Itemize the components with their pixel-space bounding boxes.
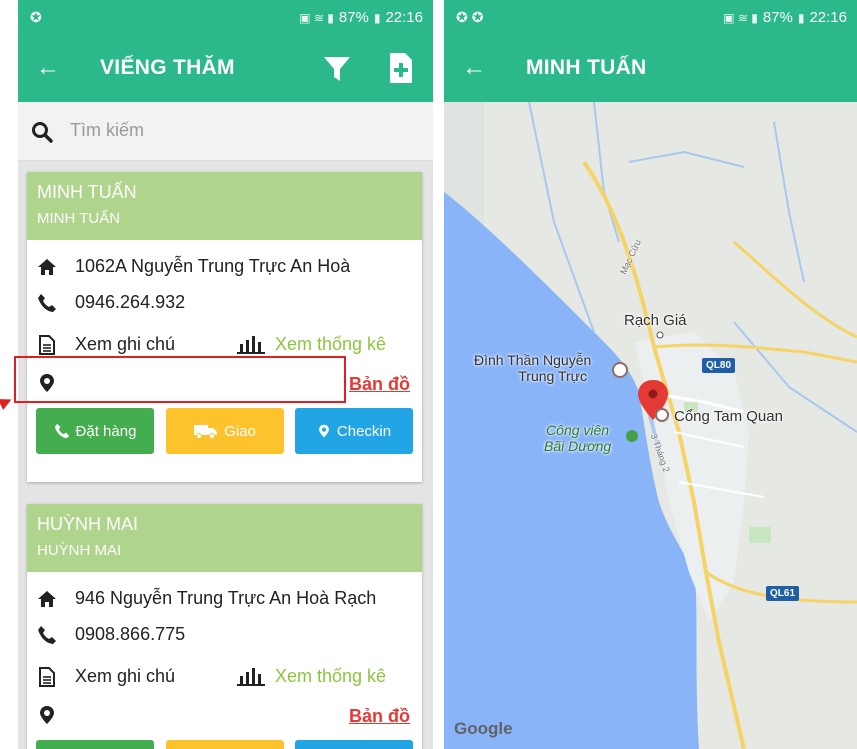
clock: 22:16 — [385, 9, 423, 26]
customer-name: MINH TUẤN — [37, 182, 137, 202]
battery-icon: ▮ — [797, 10, 805, 25]
phone-icon — [54, 423, 69, 439]
status-bar: ✪ ▣ ≋ ▮ 87% ▮ 22:16 — [18, 0, 433, 36]
card-header: HUỲNH MAI HUỲNH MAI — [27, 504, 422, 572]
customer-subname: HUỲNH MAI — [37, 542, 122, 559]
note-icon — [39, 667, 55, 687]
links-row: Xem ghi chú Xem thống kê — [27, 660, 422, 694]
home-icon — [38, 259, 56, 275]
park-label-line2: Bãi Dương — [544, 438, 612, 454]
signal-icon: ▣ ≋ ▮ — [723, 10, 758, 25]
city-label: Rạch Giá — [624, 312, 687, 329]
app-bar: ← VIẾNG THĂM — [18, 36, 433, 102]
deliver-button[interactable] — [166, 740, 284, 749]
card-header: MINH TUẤN MINH TUẤN — [27, 172, 422, 240]
battery-icon: ▮ — [373, 10, 381, 25]
map-screen: ✪✪ ▣ ≋ ▮ 87% ▮ 22:16 ← MINH TUẤN Rạch Gi… — [444, 0, 857, 749]
note-icon — [39, 335, 55, 355]
order-button[interactable]: Đặt hàng — [36, 408, 154, 454]
home-icon — [38, 591, 56, 607]
map-view[interactable]: Rạch Giá Đình Thần Nguyễn Trung Trực Côn… — [444, 102, 857, 749]
phone-icon — [38, 294, 56, 312]
clock: 22:16 — [809, 9, 847, 26]
customer-name: HUỲNH MAI — [37, 514, 139, 534]
map-link[interactable]: Bản đồ — [349, 706, 410, 727]
battery-level: 87% — [338, 9, 369, 26]
truck-icon — [194, 425, 218, 439]
view-notes-link[interactable]: Xem ghi chú — [75, 666, 175, 687]
battery-level: 87% — [762, 9, 793, 26]
view-stats-link[interactable]: Xem thống kê — [275, 334, 386, 355]
add-file-icon[interactable] — [388, 52, 414, 84]
search-input[interactable]: Tìm kiếm — [70, 120, 144, 141]
search-bar[interactable]: Tìm kiếm — [18, 102, 433, 161]
deliver-button[interactable]: Giao — [166, 408, 284, 454]
phone-icon — [38, 626, 56, 644]
customer-address: 1062A Nguyễn Trung Trực An Hoà — [75, 256, 351, 276]
temple-label-line1: Đình Thần Nguyễn — [474, 352, 592, 368]
map-marker-icon — [40, 706, 54, 724]
customer-card[interactable]: HUỲNH MAI HUỲNH MAI 946 Nguyễn Trung Trự… — [27, 504, 422, 749]
view-stats-link[interactable]: Xem thống kê — [275, 666, 386, 687]
temple-label: Đình Thần Nguyễn Trung Trực — [474, 352, 591, 384]
address-row: 1062A Nguyễn Trung Trực An Hoà — [27, 250, 422, 284]
gate-label: Cổng Tam Quan — [674, 408, 783, 425]
page-title: VIẾNG THĂM — [100, 56, 235, 79]
checkin-button-label: Checkin — [336, 422, 392, 440]
annotation-arrow-icon — [0, 394, 14, 410]
google-logo: Google — [454, 719, 513, 738]
map-canvas[interactable] — [444, 102, 857, 749]
park-label-line1: Công viên — [546, 422, 610, 438]
status-indicators: ▣ ≋ ▮ 87% ▮ 22:16 — [723, 9, 847, 26]
notification-icons: ✪ — [30, 9, 46, 25]
phone-row: 0946.264.932 — [27, 286, 422, 320]
order-button-label: Đặt hàng — [75, 422, 137, 440]
customer-address: 946 Nguyễn Trung Trực An Hoà Rạch — [75, 588, 377, 608]
order-button[interactable] — [36, 740, 154, 749]
back-arrow-icon[interactable]: ← — [462, 54, 486, 82]
app-bar: ← MINH TUẤN — [444, 36, 857, 102]
deliver-button-label: Giao — [224, 422, 256, 440]
route-shield: QL61 — [766, 586, 800, 601]
park-label: Công viên Bãi Dương — [544, 422, 611, 454]
bar-chart-icon — [237, 668, 265, 686]
search-icon — [32, 122, 53, 143]
map-row: Bản đồ — [27, 698, 422, 732]
customer-subname: MINH TUẤN — [37, 210, 121, 227]
route-shield: QL80 — [702, 358, 736, 373]
view-notes-link[interactable]: Xem ghi chú — [75, 334, 175, 355]
filter-icon[interactable] — [322, 54, 352, 84]
highlight-box — [14, 356, 346, 403]
temple-label-line2: Trung Trực — [518, 368, 588, 384]
checkin-button[interactable] — [295, 740, 413, 749]
customer-phone[interactable]: 0946.264.932 — [75, 292, 185, 313]
status-bar: ✪✪ ▣ ≋ ▮ 87% ▮ 22:16 — [444, 0, 857, 36]
checkin-button[interactable]: Checkin — [295, 408, 413, 454]
customer-phone[interactable]: 0908.866.775 — [75, 624, 185, 645]
bar-chart-icon — [237, 336, 265, 354]
signal-icon: ▣ ≋ ▮ — [299, 10, 334, 25]
page-title: MINH TUẤN — [526, 56, 647, 79]
map-link[interactable]: Bản đồ — [349, 374, 410, 395]
address-row: 946 Nguyễn Trung Trực An Hoà Rạch — [27, 582, 422, 616]
phone-row: 0908.866.775 — [27, 618, 422, 652]
customer-card[interactable]: MINH TUẤN MINH TUẤN 1062A Nguyễn Trung T… — [27, 172, 422, 482]
back-arrow-icon[interactable]: ← — [36, 54, 60, 82]
map-marker-icon — [318, 424, 329, 438]
status-indicators: ▣ ≋ ▮ 87% ▮ 22:16 — [299, 9, 423, 26]
notification-icons: ✪✪ — [456, 9, 488, 25]
